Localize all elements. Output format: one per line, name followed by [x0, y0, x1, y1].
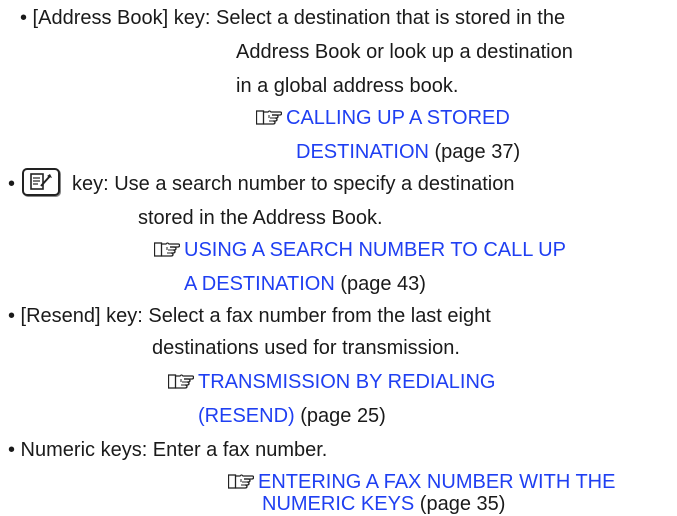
search-number-key-icon [22, 168, 60, 196]
item-address-book-line-2: Address Book or look up a destination [236, 41, 573, 63]
bullet: • [8, 173, 16, 195]
item-search-number-line-2: stored in the Address Book. [138, 207, 383, 229]
item-address-book-line-3: in a global address book. [236, 75, 459, 97]
item-resend-line-1: • [Resend] key: Select a fax number from… [8, 305, 491, 327]
ref-page: (page 35) [414, 493, 506, 515]
pointing-hand-icon [154, 240, 180, 258]
ref-link[interactable]: NUMERIC KEYS [262, 493, 414, 515]
ref-link[interactable]: DESTINATION [296, 141, 429, 163]
ref-link[interactable]: (RESEND) [198, 405, 295, 427]
ref-link[interactable]: USING A SEARCH NUMBER TO CALL UP [184, 239, 566, 261]
ref-using-search-number-cont[interactable]: A DESTINATION (page 43) [184, 272, 426, 296]
ref-transmission-redialing[interactable]: TRANSMISSION BY REDIALING [168, 370, 495, 394]
item-resend-line-2: destinations used for transmission. [152, 337, 460, 359]
ref-calling-up-stored-destination[interactable]: CALLING UP A STORED [256, 106, 510, 130]
pointing-hand-icon [256, 108, 282, 126]
ref-using-search-number[interactable]: USING A SEARCH NUMBER TO CALL UP [154, 238, 566, 262]
ref-transmission-redialing-cont[interactable]: (RESEND) (page 25) [198, 404, 386, 428]
item-search-number-line-1: key: Use a search number to specify a de… [72, 173, 515, 195]
ref-link[interactable]: A DESTINATION [184, 273, 335, 295]
ref-link[interactable]: ENTERING A FAX NUMBER WITH THE [258, 471, 615, 493]
ref-page: (page 37) [428, 141, 521, 163]
ref-page: (page 43) [334, 273, 426, 295]
pointing-hand-icon [168, 372, 194, 390]
ref-page: (page 25) [294, 405, 386, 427]
ref-entering-fax-number[interactable]: ENTERING A FAX NUMBER WITH THE [228, 470, 615, 494]
pointing-hand-icon [228, 472, 254, 490]
ref-link[interactable]: TRANSMISSION BY REDIALING [198, 371, 495, 393]
item-address-book-line-1: • [Address Book] key: Select a destinati… [20, 7, 566, 29]
item-numeric-keys-line-1: • Numeric keys: Enter a fax number. [8, 439, 328, 461]
ref-link[interactable]: CALLING UP A STORED [286, 107, 510, 129]
ref-calling-up-stored-destination-cont[interactable]: DESTINATION (page 37) [296, 140, 520, 164]
ref-entering-fax-number-cont[interactable]: NUMERIC KEYS (page 35) [262, 492, 505, 516]
